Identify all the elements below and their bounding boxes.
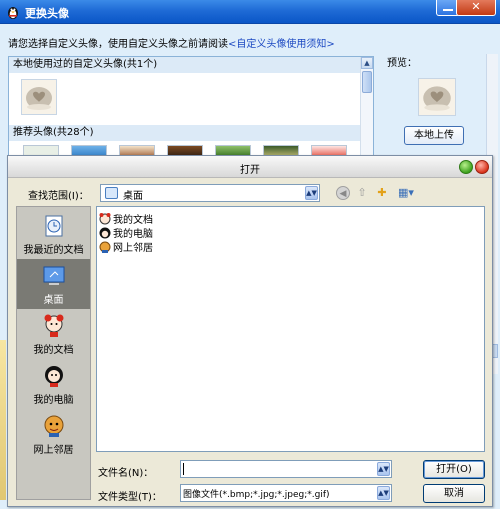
file-list: 我的文档 我的电脑 网上邻居 <box>96 206 485 452</box>
place-my-documents[interactable]: 我的文档 <box>17 309 90 359</box>
look-in-label: 查找范围(I)： <box>28 191 89 202</box>
open-button[interactable]: 打开(O) <box>423 460 485 479</box>
file-name: 网上邻居 <box>113 243 153 254</box>
outer-titlebar: 更换头像 ✕ <box>0 0 500 24</box>
local-upload-button[interactable]: 本地上传 <box>404 126 464 145</box>
local-avatars-header: 本地使用过的自定义头像(共1个) <box>9 57 362 73</box>
place-recent-documents[interactable]: 我最近的文档 <box>17 209 90 259</box>
dialog-titlebar: 打开 <box>8 156 492 178</box>
preview-label: 预览： <box>387 58 417 69</box>
look-in-dropdown[interactable]: 桌面 ▲▼ <box>100 184 320 202</box>
scroll-up-arrow-icon[interactable]: ▲ <box>361 57 373 69</box>
places-bar: 我最近的文档 桌面 我的文档 我的电脑 网上邻居 <box>16 206 91 500</box>
dropdown-arrow-icon[interactable]: ▲▼ <box>305 186 318 200</box>
heart-stone-image <box>423 86 451 111</box>
file-item-my-documents[interactable]: 我的文档 <box>99 211 153 226</box>
file-item-my-computer[interactable]: 我的电脑 <box>99 225 153 240</box>
text-caret <box>183 463 184 475</box>
dialog-minimize-button[interactable] <box>459 160 473 174</box>
place-label: 我最近的文档 <box>23 245 84 256</box>
dropdown-arrow-icon[interactable]: ▲▼ <box>377 462 390 476</box>
instruction-text: 请您选择自定义头像，使用自定义头像之前请阅读<自定义头像使用须知> <box>8 35 335 50</box>
up-folder-icon[interactable]: ⇧ <box>355 186 369 200</box>
local-avatar-thumbnail[interactable] <box>21 79 57 115</box>
desktop-icon <box>43 266 65 285</box>
cancel-button[interactable]: 取消 <box>423 484 485 503</box>
instruction-prefix: 请您选择自定义头像，使用自定义头像之前请阅读 <box>8 39 228 50</box>
filetype-dropdown[interactable]: 图像文件(*.bmp;*.jpg;*.jpeg;*.gif) ▲▼ <box>180 484 392 502</box>
place-network[interactable]: 网上邻居 <box>17 409 90 459</box>
usage-notice-link[interactable]: <自定义头像使用须知> <box>228 39 335 50</box>
filename-input[interactable]: ▲▼ <box>180 460 392 478</box>
dialog-title: 打开 <box>240 165 260 176</box>
back-icon[interactable]: ◀ <box>336 186 350 200</box>
filetype-value: 图像文件(*.bmp;*.jpg;*.jpeg;*.gif) <box>183 490 330 500</box>
my-documents-cartoon-icon <box>44 314 64 337</box>
place-label: 网上邻居 <box>33 445 74 456</box>
recommended-avatars-header: 推荐头像(共28个) <box>9 125 362 141</box>
network-cartoon-icon <box>99 241 111 253</box>
desktop-icon <box>105 187 118 199</box>
window-title: 更换头像 <box>25 7 69 20</box>
close-button[interactable]: ✕ <box>456 0 496 16</box>
dialog-close-button[interactable] <box>475 160 489 174</box>
my-documents-cartoon-icon <box>99 212 111 224</box>
look-in-value: 桌面 <box>123 191 143 202</box>
place-desktop[interactable]: 桌面 <box>17 259 90 309</box>
recent-documents-icon <box>45 215 63 237</box>
heart-stone-image <box>26 87 52 110</box>
avatar-list-scrollbar[interactable]: ▲ <box>360 57 373 159</box>
preview-avatar <box>418 78 456 116</box>
my-computer-cartoon-icon <box>99 227 111 238</box>
qq-penguin-icon <box>8 7 18 19</box>
view-menu-icon[interactable]: ▦▾ <box>395 186 417 200</box>
network-cartoon-icon <box>44 415 64 437</box>
place-label: 我的文档 <box>33 345 74 356</box>
file-item-network[interactable]: 网上邻居 <box>99 239 153 254</box>
place-label: 我的电脑 <box>33 395 74 406</box>
open-file-dialog: 打开 查找范围(I)： 桌面 ▲▼ ◀ ⇧ ✚ ▦▾ 我最近的文档 桌面 我的文… <box>7 155 493 507</box>
scrollbar-thumb[interactable] <box>362 71 372 93</box>
avatar-list-panel: 本地使用过的自定义头像(共1个) 推荐头像(共28个) ▲ <box>8 56 374 160</box>
my-computer-cartoon-icon <box>45 366 63 387</box>
place-label: 桌面 <box>43 295 64 306</box>
filename-label: 文件名(N)： <box>98 468 154 479</box>
new-folder-icon[interactable]: ✚ <box>374 186 390 200</box>
background-strip <box>0 340 6 500</box>
dropdown-arrow-icon[interactable]: ▲▼ <box>377 486 390 500</box>
place-my-computer[interactable]: 我的电脑 <box>17 359 90 409</box>
filetype-label: 文件类型(T)： <box>98 492 162 503</box>
